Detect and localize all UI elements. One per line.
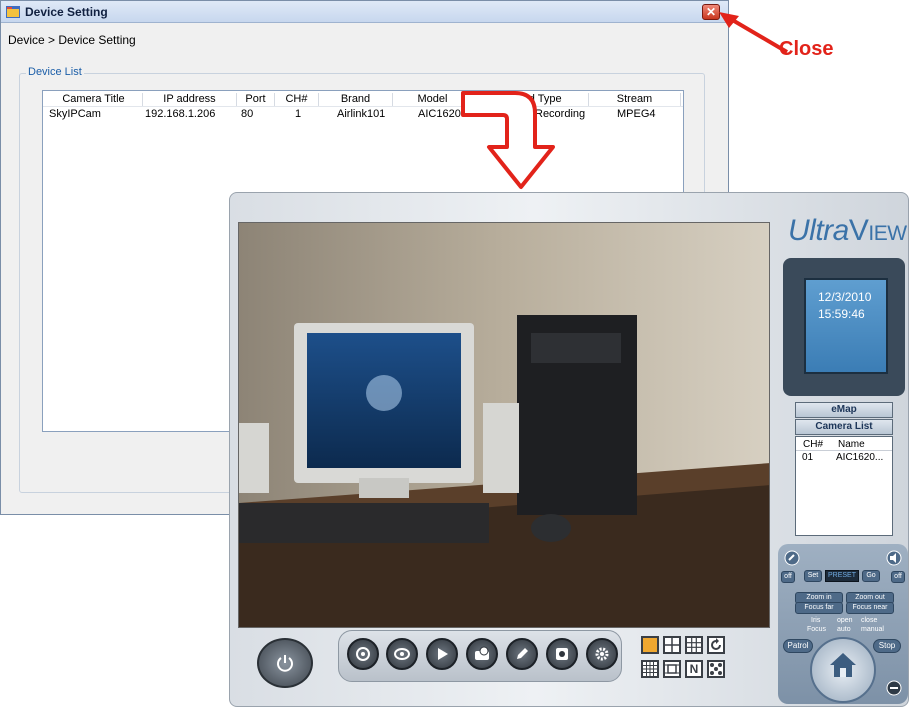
cell-ip-address[interactable]: 192.168.1.206 [145, 108, 215, 122]
logo-ultra: Ultra [788, 214, 849, 247]
layout-n-button[interactable]: N [685, 660, 703, 678]
cell-port[interactable]: 80 [241, 108, 253, 122]
column-header-ch[interactable]: CH# [275, 93, 319, 107]
minus-icon[interactable] [886, 680, 902, 696]
focus-manual-button[interactable]: manual [861, 626, 884, 633]
focus-label: Focus [807, 626, 827, 633]
window-titlebar[interactable]: Device Setting ✕ [1, 1, 728, 23]
eye-icon [394, 648, 410, 660]
layout-16-icon[interactable] [641, 660, 659, 678]
close-annotation-label: Close [779, 38, 834, 60]
rotate-icon[interactable] [707, 636, 725, 654]
preset-go-button[interactable]: Go [862, 570, 880, 582]
logo-view: View [848, 214, 907, 247]
group-label: Device List [26, 66, 84, 78]
window-title: Device Setting [25, 5, 108, 19]
header-divider [43, 106, 683, 107]
layout-4-icon[interactable] [663, 636, 681, 654]
column-header-stream[interactable]: Stream [589, 93, 681, 107]
column-header-port[interactable]: Port [237, 93, 275, 107]
focus-near-button[interactable]: Focus near [846, 602, 894, 614]
preset-input[interactable]: PRESET [825, 570, 859, 582]
camera-list-button[interactable]: Camera List [795, 419, 893, 435]
record-icon [356, 647, 370, 661]
screenshot-stage: Device Setting ✕ Device > Device Setting… [0, 0, 911, 707]
iris-close-button[interactable]: close [861, 617, 877, 624]
fullscreen-icon[interactable] [707, 660, 725, 678]
cam-list-row-ch[interactable]: 01 [802, 452, 813, 463]
cam-list-divider [796, 450, 892, 451]
column-header-ip-address[interactable]: IP address [143, 93, 237, 107]
gear-icon [595, 647, 609, 661]
camera-video-feed[interactable] [238, 222, 770, 628]
patrol-button[interactable]: Patrol [783, 639, 813, 653]
pencil-icon [517, 648, 528, 659]
emap-button[interactable]: eMap [795, 402, 893, 418]
app-window-icon [6, 6, 20, 18]
cam-list-row-name[interactable]: AIC1620... [836, 452, 883, 463]
layout-9-icon[interactable] [685, 636, 703, 654]
iris-open-button[interactable]: open [837, 617, 853, 624]
audio-left-off-button[interactable]: off [781, 571, 795, 583]
cam-list-header-ch: CH# [803, 439, 824, 450]
power-icon [277, 655, 293, 672]
preset-set-button[interactable]: Set [804, 570, 822, 582]
focus-far-button[interactable]: Focus far [795, 602, 843, 614]
focus-auto-button[interactable]: auto [837, 626, 851, 633]
cell-ch[interactable]: 1 [295, 108, 301, 122]
cell-stream[interactable]: MPEG4 [617, 108, 656, 122]
column-header-brand[interactable]: Brand [319, 93, 393, 107]
clock-time: 15:59:46 [818, 307, 865, 321]
iris-label: Iris [811, 617, 821, 624]
cell-brand[interactable]: Airlink101 [337, 108, 385, 122]
column-header-camera-title[interactable]: Camera Title [45, 93, 143, 107]
ultraview-logo: UltraView [788, 214, 907, 248]
audio-right-off-button[interactable]: off [891, 571, 905, 583]
camera-clock-icon [475, 646, 489, 660]
layout-1-button[interactable] [641, 636, 659, 654]
stop-button[interactable]: Stop [873, 639, 901, 653]
transition-arrow-icon [461, 91, 555, 189]
breadcrumb: Device > Device Setting [8, 33, 136, 47]
home-icon[interactable] [828, 650, 858, 680]
layout-custom-icon[interactable] [663, 660, 681, 678]
cam-list-header-name: Name [838, 439, 865, 450]
play-icon [438, 648, 448, 660]
audio-listen-icon[interactable] [784, 550, 800, 566]
video-frame-image [239, 223, 769, 627]
speaker-icon[interactable] [886, 550, 902, 566]
clock-date: 12/3/2010 [818, 290, 872, 304]
cell-camera-title[interactable]: SkyIPCam [49, 108, 101, 122]
camera-icon [556, 648, 568, 660]
camera-list-panel[interactable]: CH# Name 01 AIC1620... [795, 436, 893, 536]
